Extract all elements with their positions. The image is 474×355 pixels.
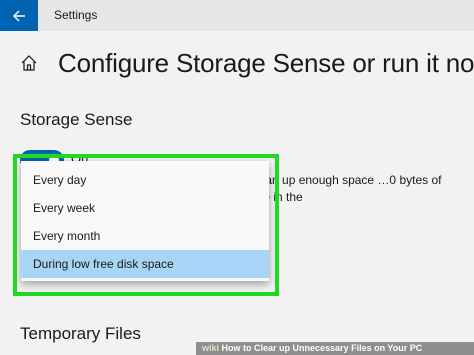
temporary-files-heading: Temporary Files [20,324,141,343]
title-bar: Settings [0,0,474,31]
dropdown-option-every-week[interactable]: Every week [21,194,269,222]
back-button[interactable] [0,0,38,31]
watermark-text: How to Clear up Unnecessary Files on You… [221,343,423,353]
storage-sense-heading: Storage Sense [20,110,133,129]
page-title: Configure Storage Sense or run it now [58,48,474,78]
dropdown-option-every-day[interactable]: Every day [21,166,269,194]
watermark-logo: wiki [202,343,220,353]
watermark-banner: wiki How to Clear up Unnecessary Files o… [196,342,474,355]
dropdown-option-every-month[interactable]: Every month [21,222,269,250]
back-arrow-icon [13,10,25,21]
storage-sense-description: …clean up enough space …0 bytes of space… [238,173,442,204]
home-icon[interactable] [20,54,38,72]
app-title: Settings [54,8,98,22]
run-frequency-dropdown[interactable]: Every day Every week Every month During … [21,161,269,281]
dropdown-option-low-disk-space[interactable]: During low free disk space [21,250,269,278]
